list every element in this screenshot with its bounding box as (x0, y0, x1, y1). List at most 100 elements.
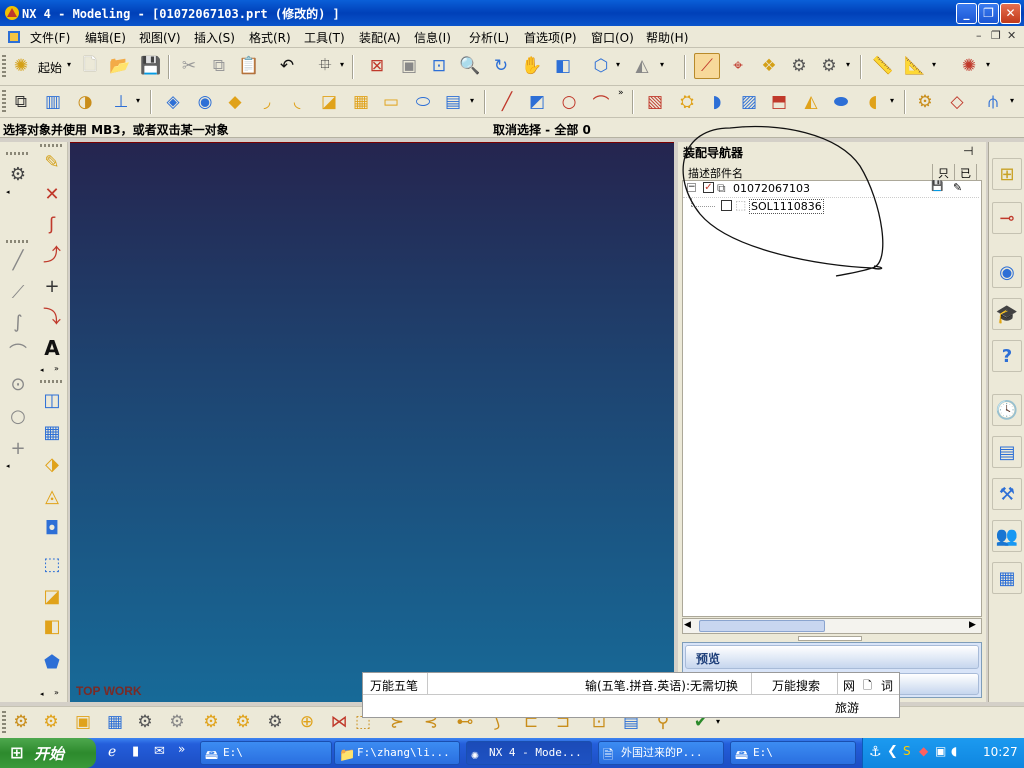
collapse-icon[interactable]: − (687, 183, 696, 192)
ime-travel[interactable]: 旅游 (835, 699, 859, 716)
wcs-origin-icon[interactable]: ⌖ (725, 53, 751, 79)
process-studio-tab-icon[interactable]: ⚒ (992, 478, 1022, 510)
mate-component-icon[interactable]: ⚙ (132, 709, 158, 735)
project-icon[interactable]: ⤵ (38, 302, 66, 330)
chevron-down-icon[interactable]: » (54, 688, 59, 697)
surface-fill-icon[interactable]: ◧ (38, 612, 66, 640)
start-icon[interactable]: ✺ (8, 53, 34, 79)
ime-word[interactable]: 词 (881, 677, 893, 694)
offset-face-icon[interactable]: ◭ (798, 89, 824, 115)
sketch-edit-icon[interactable]: ✎ (38, 148, 66, 176)
menu-help[interactable]: 帮助(H) (646, 29, 688, 46)
network-icon[interactable]: ▣ (935, 744, 946, 758)
nx-app-icon[interactable] (4, 5, 20, 21)
menu-window[interactable]: 窗口(O) (591, 29, 634, 46)
chevron-down-icon[interactable]: ▾ (340, 60, 344, 69)
preview-label[interactable]: 预览 (696, 650, 720, 667)
chevron-down-icon[interactable]: ▾ (986, 60, 990, 69)
tray-collapse-icon[interactable]: ❮ (887, 744, 898, 759)
checkbox-unchecked-icon[interactable] (721, 200, 732, 211)
volume-icon[interactable]: ◖ (951, 744, 957, 758)
draft-icon[interactable]: ⬒ (766, 89, 792, 115)
assembly-cut-icon[interactable]: ⊕ (294, 709, 320, 735)
chevron-down-icon[interactable]: ▾ (890, 96, 894, 105)
layer-settings-icon[interactable]: ❖ (756, 53, 782, 79)
part-navigator-tab-icon[interactable]: ⊸ (992, 202, 1022, 234)
tree-item-label[interactable]: SOL1110836 (749, 199, 824, 214)
subtract-icon[interactable]: ⛭ (674, 89, 700, 115)
paste-icon[interactable]: 📋 (236, 53, 262, 79)
taskbar-button[interactable]: 📁 F:\zhang\li... (334, 741, 460, 765)
offset-curve-icon[interactable]: ⤴ (38, 240, 66, 268)
splitter-handle[interactable] (798, 636, 862, 641)
surface-sweep-icon[interactable]: ⬗ (38, 450, 66, 478)
undo-icon[interactable]: ↶ (274, 53, 300, 79)
outlook-icon[interactable]: ✉ (154, 744, 165, 759)
zoom-icon[interactable]: 🔍 (457, 53, 483, 79)
start-button[interactable]: ⊞ 开始 (0, 738, 96, 768)
menu-assembly[interactable]: 装配(A) (359, 29, 401, 46)
clock[interactable]: 10:27 (983, 745, 1018, 759)
ime-name[interactable]: 万能五笔 (370, 677, 418, 694)
edge-blend-icon[interactable]: ◞ (254, 89, 280, 115)
point-icon[interactable]: + (4, 434, 32, 462)
close-button[interactable]: ✕ (1000, 3, 1021, 24)
chevron-down-icon[interactable]: ▾ (136, 96, 140, 105)
shell-icon[interactable]: ◪ (316, 89, 342, 115)
surface-offset-icon[interactable]: ◘ (38, 514, 66, 542)
tree-row[interactable]: − ✓ ⧉ 01072067103 💾 ✎ (683, 181, 979, 197)
text-tool-icon[interactable]: A (38, 334, 66, 362)
wave-geometry-icon[interactable]: ⚙ (198, 709, 224, 735)
menu-insert[interactable]: 插入(S) (194, 29, 235, 46)
chevron-down-icon[interactable]: ▾ (1010, 96, 1014, 105)
surface-mesh-icon[interactable]: ▦ (38, 418, 66, 446)
line-icon[interactable]: ╱ (4, 246, 32, 274)
preview-header[interactable]: 预览 (685, 645, 979, 669)
ie-icon[interactable]: ℯ (108, 744, 116, 760)
surface-through-icon[interactable]: ⬚ (38, 550, 66, 578)
wcs-icon[interactable]: ⟋ (694, 53, 720, 79)
toolbar-grip[interactable] (40, 144, 64, 147)
component-array-icon[interactable]: ▣ (70, 709, 96, 735)
open-folder-icon[interactable]: 📂 (107, 53, 133, 79)
assembly-navigator-tab-icon[interactable]: ⊞ (992, 158, 1022, 190)
shaded-view-icon[interactable]: ◧ (550, 53, 576, 79)
spline-icon[interactable]: ∫ (4, 308, 32, 336)
point-add-icon[interactable]: + (38, 272, 66, 300)
minimize-button[interactable]: _ (956, 3, 977, 24)
sweep-icon[interactable]: ⫛ (980, 89, 1006, 115)
ime-mode[interactable]: 输(五笔.拼音.英语):无需切换 (585, 677, 738, 694)
antivirus-icon[interactable]: ◆ (919, 744, 928, 758)
toolbar-grip[interactable] (6, 152, 30, 155)
column-header-name[interactable]: 描述部件名 (688, 165, 743, 181)
scrollbar-thumb[interactable] (699, 620, 825, 632)
menu-preferences[interactable]: 首选项(P) (524, 29, 577, 46)
chevron-down-icon[interactable]: ▾ (470, 96, 474, 105)
pin-icon[interactable]: ⊣ (963, 144, 973, 158)
scroll-left-icon[interactable]: ◂ (40, 366, 44, 374)
save-icon[interactable]: 💾 (138, 53, 164, 79)
fit-view-icon[interactable]: ⊠ (364, 53, 390, 79)
new-component-icon[interactable]: ⚙ (38, 709, 64, 735)
scroll-left-icon[interactable]: ◂ (6, 462, 10, 470)
zoom-window-icon[interactable]: ⊡ (426, 53, 452, 79)
web-browser-tab-icon[interactable]: ◉ (992, 256, 1022, 288)
chevron-down-icon[interactable]: ▾ (716, 717, 720, 726)
chamfer-icon[interactable]: ◟ (284, 89, 310, 115)
new-file-icon[interactable]: 🗋 (77, 53, 103, 79)
pad-icon[interactable]: ⬭ (410, 89, 436, 115)
fillet-icon[interactable]: ʃ (38, 210, 66, 238)
pattern-icon[interactable]: ⚙ (912, 89, 938, 115)
taskbar-button[interactable]: ✺ NX 4 - Mode... (466, 741, 592, 765)
surface-trim-icon[interactable]: ⬟ (38, 648, 66, 676)
sphere-icon[interactable]: ◉ (192, 89, 218, 115)
mirror-assembly-icon[interactable]: ⋈ (326, 709, 352, 735)
toolbar-grip[interactable] (2, 55, 6, 79)
solid-box-icon[interactable]: ◩ (524, 89, 550, 115)
tree-item-label[interactable]: 01072067103 (733, 182, 810, 195)
start-label[interactable]: 起始 (38, 59, 62, 76)
toolbar-grip[interactable] (40, 380, 64, 383)
toolbar-grip[interactable] (6, 240, 30, 243)
line-points-icon[interactable]: ⟋ (4, 278, 32, 306)
graphics-window[interactable]: TOP WORK (70, 142, 674, 702)
